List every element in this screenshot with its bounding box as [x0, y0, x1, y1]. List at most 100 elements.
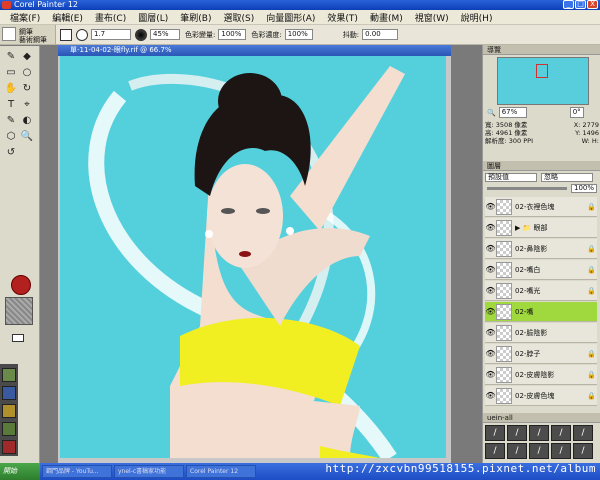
layer-name: 02-皮膚陰影	[515, 370, 555, 379]
menu-item-5[interactable]: 選取(S)	[217, 11, 260, 24]
tool-icon-10[interactable]: ⬡	[4, 130, 18, 144]
brush-tile-2[interactable]: /	[507, 425, 527, 441]
taskbar-item-0[interactable]: 鋼門品牌 - YouTu...	[42, 465, 112, 478]
layer-thumbnail	[496, 219, 512, 236]
layers-title: 圖層	[483, 161, 600, 171]
right-panels: 導覽 🔍 67% 0° 寬: 3508 像素 X: 2779 高: 4961 像素…	[482, 45, 600, 463]
menu-item-1[interactable]: 編輯(E)	[46, 11, 89, 24]
paper-selector[interactable]	[5, 297, 33, 325]
eye-icon[interactable]: 👁	[485, 391, 496, 400]
eye-icon[interactable]: 👁	[485, 202, 496, 211]
menu-item-6[interactable]: 向量圖形(A)	[260, 11, 321, 24]
brush-tile-3[interactable]: /	[529, 425, 549, 441]
menu-item-0[interactable]: 檔案(F)	[4, 11, 46, 24]
layer-opacity-field[interactable]: 100%	[571, 184, 597, 193]
menu-item-10[interactable]: 說明(H)	[455, 11, 499, 24]
layer-row[interactable]: 👁 02-嘴白 🔒	[485, 260, 597, 280]
zoom-icon[interactable]: 🔍	[487, 109, 496, 117]
navigator-panel: 導覽 🔍 67% 0° 寬: 3508 像素 X: 2779 高: 4961 像素…	[483, 45, 600, 159]
layer-row[interactable]: 👁 02-嘴	[485, 302, 597, 322]
brush-tile-4[interactable]: /	[551, 425, 571, 441]
brush-library-panel: uein-all / / / / / / / / / /	[483, 413, 600, 463]
navigator-thumbnail[interactable]	[497, 57, 589, 105]
eye-icon[interactable]: 👁	[485, 265, 496, 274]
reset-tool-icon[interactable]	[60, 28, 72, 41]
brush-tile-1[interactable]: /	[485, 425, 505, 441]
main-color-swatch[interactable]	[11, 275, 31, 295]
rotation-field[interactable]: 0°	[569, 107, 584, 118]
tool-icon-0[interactable]: ✎	[4, 50, 18, 64]
brush-tile-10[interactable]: /	[573, 443, 593, 459]
layer-row[interactable]: 👁 02-皮膚陰影 🔒	[485, 365, 597, 385]
pattern-icon[interactable]	[12, 334, 24, 342]
opacity-field[interactable]: 45%	[150, 29, 180, 40]
composite-dropdown[interactable]: 忽略	[541, 173, 593, 182]
eye-icon[interactable]: 👁	[485, 244, 496, 253]
opacity-icon[interactable]	[135, 28, 147, 41]
eye-icon[interactable]: 👁	[485, 328, 496, 337]
blend-mode-dropdown[interactable]: 預設值	[485, 173, 537, 182]
color-density-label: 色彩濃度:	[251, 30, 282, 39]
tool-icon-8[interactable]: ✎	[4, 114, 18, 128]
menu-item-8[interactable]: 動畫(M)	[364, 11, 409, 24]
layer-opacity-slider[interactable]	[487, 187, 567, 190]
menu-item-4[interactable]: 筆刷(B)	[174, 11, 217, 24]
media-icon-4[interactable]	[2, 422, 16, 436]
tool-icon-6[interactable]: T	[4, 98, 18, 112]
media-icon-2[interactable]	[2, 386, 16, 400]
menu-item-2[interactable]: 畫布(C)	[89, 11, 132, 24]
eye-icon[interactable]: 👁	[485, 286, 496, 295]
brush-size-icon[interactable]	[76, 28, 88, 41]
tool-icon-12[interactable]: ↺	[4, 146, 18, 160]
layer-thumbnail	[496, 366, 512, 383]
canvas[interactable]	[60, 56, 446, 458]
eye-icon[interactable]: 👁	[485, 349, 496, 358]
zoom-field[interactable]: 67%	[498, 107, 527, 118]
brush-tile-8[interactable]: /	[529, 443, 549, 459]
tool-icon-11[interactable]: 🔍	[20, 130, 34, 144]
brush-tile-6[interactable]: /	[485, 443, 505, 459]
color-density-field[interactable]: 100%	[284, 29, 313, 40]
tool-icon-9[interactable]: ◐	[20, 114, 34, 128]
eye-icon[interactable]: 👁	[485, 223, 496, 232]
media-icon-5[interactable]	[2, 440, 16, 454]
media-icon-3[interactable]	[2, 404, 16, 418]
brush-size-field[interactable]: 1.7	[91, 29, 131, 40]
jitter-field[interactable]: 0.00	[362, 29, 399, 40]
taskbar-item-2[interactable]: Corel Painter 12	[186, 465, 256, 478]
layer-row[interactable]: 👁 02-嘴光 🔒	[485, 281, 597, 301]
layer-row[interactable]: 👁 02-鼻陰影 🔒	[485, 239, 597, 259]
tool-icon-1[interactable]: ◆	[20, 50, 34, 64]
tool-icon-4[interactable]: ✋	[4, 82, 18, 96]
color-var-field[interactable]: 100%	[218, 29, 247, 40]
layer-row[interactable]: 👁 02-臉陰影	[485, 323, 597, 343]
tool-icon-5[interactable]: ↻	[20, 82, 34, 96]
eye-icon[interactable]: 👁	[485, 307, 496, 316]
layer-name: 02-嘴白	[515, 265, 541, 274]
eye-icon[interactable]: 👁	[485, 370, 496, 379]
brush-tile-5[interactable]: /	[573, 425, 593, 441]
tool-icon-2[interactable]: ▭	[4, 66, 18, 80]
maximize-button[interactable]: □	[575, 0, 586, 9]
view-rect[interactable]	[536, 64, 548, 78]
layer-row[interactable]: 👁 02-衣裡色塊 🔒	[485, 197, 597, 217]
brush-icon	[2, 27, 16, 41]
tool-icon-3[interactable]: ○	[20, 66, 34, 80]
start-button[interactable]: 開始	[0, 463, 40, 480]
media-icon-1[interactable]	[2, 368, 16, 382]
brush-tile-7[interactable]: /	[507, 443, 527, 459]
taskbar-item-1[interactable]: ynel-c書稿家功能	[114, 465, 184, 478]
minimize-button[interactable]: _	[563, 0, 574, 9]
watermark: http://zxcvbn99518155.pixnet.net/album	[325, 462, 596, 475]
layer-row[interactable]: 👁 ▶ 📁 眼部	[485, 218, 597, 238]
layer-thumbnail	[496, 240, 512, 257]
tool-icon-7[interactable]: ⌖	[20, 98, 34, 112]
close-button[interactable]: X	[587, 0, 598, 9]
menu-item-3[interactable]: 圖層(L)	[132, 11, 174, 24]
menu-item-7[interactable]: 效果(T)	[321, 11, 364, 24]
brush-tile-9[interactable]: /	[551, 443, 571, 459]
layer-row[interactable]: 👁 02-脖子 🔒	[485, 344, 597, 364]
brush-selector[interactable]: 鋼筆 藝術鋼筆	[0, 25, 56, 44]
layer-row[interactable]: 👁 02-皮膚色塊 🔒	[485, 386, 597, 406]
menu-item-9[interactable]: 視窗(W)	[409, 11, 455, 24]
